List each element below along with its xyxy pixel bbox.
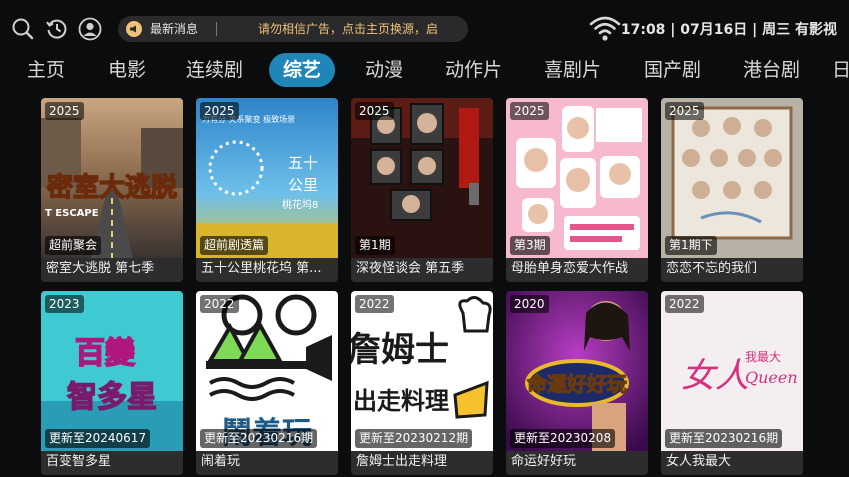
episode-badge: 第1期下 [665,236,717,255]
video-card[interactable]: 百變 智多星 2023 更新至20240617 百变智多星 [41,291,183,475]
tab-japanese[interactable]: 日 [832,53,849,87]
year-badge: 2025 [665,102,704,120]
episode-badge: 更新至20230216期 [200,429,318,448]
svg-text:詹姆士: 詹姆士 [351,330,449,370]
clock: 17:08 | 07月16日 | 周三 [620,22,791,38]
year-badge: 2022 [200,295,239,313]
year-badge: 2020 [510,295,549,313]
card-title: 密室大逃脱 第七季 [41,258,183,282]
episode-badge: 更新至20230208 [510,429,616,448]
svg-text:密室大逃脱: 密室大逃脱 [47,172,177,203]
card-title: 恋恋不忘的我们 [661,258,803,282]
svg-text:桃花坞8: 桃花坞8 [282,198,318,211]
tab-domestic-drama[interactable]: 国产剧 [644,53,701,87]
tab-comedy[interactable]: 喜剧片 [544,53,601,87]
episode-badge: 第3期 [510,236,550,255]
top-bar: 最新消息 请勿相信广告，点击主页换源，启 17:08 | 07月16日 | 周三… [0,0,849,50]
poster-image [661,98,803,258]
video-card[interactable]: 命運好好玩 2020 更新至20230208 命运好好玩 [506,291,648,475]
tab-hk-tw-drama[interactable]: 港台剧 [743,53,800,87]
tab-series[interactable]: 连续剧 [186,53,243,87]
wifi-icon [589,15,621,43]
episode-badge: 更新至20240617 [45,429,151,448]
card-title: 母胎单身恋爱大作战 [506,258,648,282]
category-tabs: 主页 电影 连续剧 综艺 动漫 动作片 喜剧片 国产剧 港台剧 日 [0,53,849,140]
video-card[interactable]: 2025 第1期下 恋恋不忘的我们 [661,98,803,282]
poster-image [506,98,648,258]
year-badge: 2022 [355,295,394,313]
svg-text:智多星: 智多星 [67,380,157,415]
video-card[interactable]: 詹姆士 出走料理 2022 更新至20230212期 詹姆士出走料理 [351,291,493,475]
tab-variety[interactable]: 综艺 [269,53,336,87]
card-title: 百变智多星 [41,451,183,475]
tab-movie[interactable]: 电影 [108,53,146,87]
episode-badge: 超前剧透篇 [200,236,269,255]
notice-text: 请勿相信广告，点击主页换源，启 [258,22,439,36]
user-icon[interactable] [78,17,102,41]
poster-image: 命運好好玩 [506,291,648,451]
notice-title: 最新消息 [150,22,199,36]
video-card[interactable]: 2025 第1期 深夜怪谈会 第五季 [351,98,493,282]
year-badge: 2025 [355,102,394,120]
year-badge: 2023 [45,295,84,313]
megaphone-icon [126,21,142,37]
svg-text:女人: 女人 [681,356,749,396]
tab-home[interactable]: 主页 [27,53,65,87]
card-title: 女人我最大 [661,451,803,475]
video-card[interactable]: 鬧着玩 2022 更新至20230216期 闹着玩 [196,291,338,475]
poster-image: 密室大逃脱 T ESCAPE [41,98,183,258]
search-icon[interactable] [11,17,35,41]
svg-text:百變: 百變 [75,336,135,371]
svg-text:我最大: 我最大 [745,350,781,364]
poster-image: 为有分 关系聚变 极致场景 五十 公里 桃花坞8 [196,98,338,258]
episode-badge: 更新至20230216期 [665,429,783,448]
card-title: 詹姆士出走料理 [351,451,493,475]
video-card[interactable]: 女人 我最大 Queen 2022 更新至20230216期 女人我最大 [661,291,803,475]
tab-anime[interactable]: 动漫 [365,53,403,87]
tab-fade [827,106,849,140]
poster-image [351,98,493,258]
status-text: 17:08 | 07月16日 | 周三 有影视 [621,19,837,39]
card-title: 五十公里桃花坞 第... [196,258,338,282]
episode-badge: 更新至20230212期 [355,429,473,448]
svg-text:T ESCAPE: T ESCAPE [45,208,99,219]
episode-badge: 超前聚会 [45,236,102,255]
year-badge: 2025 [45,102,84,120]
poster-image: 鬧着玩 [196,291,338,451]
card-title: 深夜怪谈会 第五季 [351,258,493,282]
tab-action[interactable]: 动作片 [445,53,502,87]
card-title: 闹着玩 [196,451,338,475]
poster-image: 百變 智多星 [41,291,183,451]
year-badge: 2025 [200,102,239,120]
poster-image: 詹姆士 出走料理 [351,291,493,451]
poster-image: 女人 我最大 Queen [661,291,803,451]
video-card[interactable]: 为有分 关系聚变 极致场景 五十 公里 桃花坞8 2025 超前剧透篇 五十公里… [196,98,338,282]
notice-divider [216,22,217,36]
svg-text:公里: 公里 [288,176,318,194]
year-badge: 2022 [665,295,704,313]
app-name: 有影视 [795,22,837,38]
svg-text:命運好好玩: 命運好好玩 [527,372,627,396]
video-card[interactable]: 2025 第3期 母胎单身恋爱大作战 [506,98,648,282]
card-title: 命运好好玩 [506,451,648,475]
history-icon[interactable] [45,17,69,41]
year-badge: 2025 [510,102,549,120]
svg-text:Queen: Queen [745,368,798,387]
episode-badge: 第1期 [355,236,395,255]
video-card[interactable]: 密室大逃脱 T ESCAPE 2025 超前聚会 密室大逃脱 第七季 [41,98,183,282]
svg-text:出走料理: 出走料理 [353,387,449,415]
notice-bar[interactable]: 最新消息 请勿相信广告，点击主页换源，启 [118,16,468,42]
svg-text:五十: 五十 [288,154,318,172]
